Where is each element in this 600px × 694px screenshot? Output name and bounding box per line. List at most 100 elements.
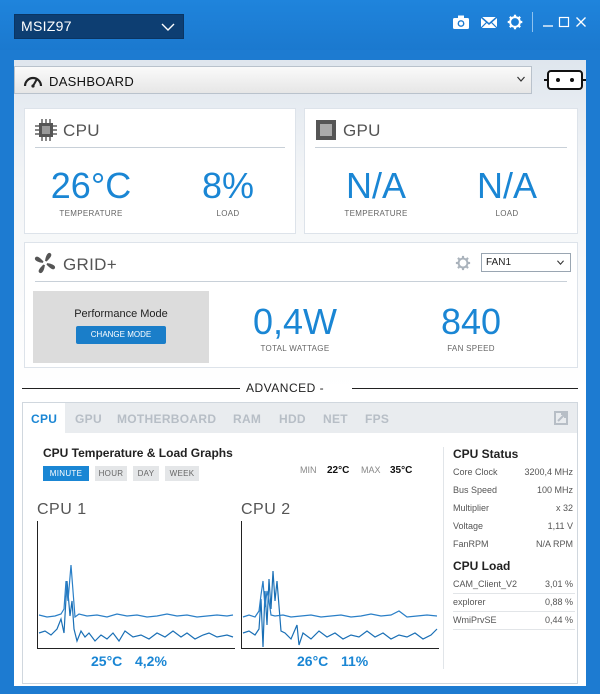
tab-bar: CPU GPU MOTHERBOARD RAM HDD NET FPS: [23, 403, 577, 433]
load-row: CAM_Client_V2 3,01 %: [453, 577, 575, 593]
panel-divider: [443, 447, 444, 669]
tab-ram[interactable]: RAM: [233, 403, 261, 433]
status-row-fanrpm: FanRPM N/A RPM: [453, 537, 573, 555]
tab-fps[interactable]: FPS: [365, 403, 389, 433]
device-icon[interactable]: [544, 68, 586, 92]
fan-speed-value: 840: [440, 301, 502, 342]
status-value: 100 MHz: [536, 485, 573, 495]
gpu-card: GPU N/A TEMPERATURE N/A LOAD: [304, 108, 578, 234]
minimize-icon[interactable]: [542, 16, 554, 28]
cpu1-graph-label: CPU 1: [37, 501, 87, 518]
status-key: FanRPM: [453, 539, 489, 549]
title-bar: MSIZ97: [0, 0, 600, 50]
divider: [453, 611, 575, 612]
mail-icon[interactable]: [480, 14, 498, 30]
gear-icon[interactable]: [455, 255, 471, 271]
grid-card-title: GRID+: [63, 255, 117, 274]
cpu1-graph: [37, 521, 235, 649]
cpu-chip-icon: [35, 119, 57, 141]
change-mode-button[interactable]: CHANGE MODE: [76, 326, 166, 344]
max-value: 35°C: [390, 465, 413, 476]
cpu-temperature-label: TEMPERATURE: [59, 209, 123, 218]
close-icon[interactable]: [575, 16, 587, 28]
tab-net[interactable]: NET: [323, 403, 348, 433]
gpu-load-value: N/A: [476, 165, 537, 206]
status-value: 1,11 V: [547, 521, 573, 531]
min-label: MIN: [300, 465, 317, 475]
performance-mode-panel: Performance Mode CHANGE MODE: [33, 291, 209, 363]
status-value: N/A RPM: [535, 539, 573, 549]
gpu-temperature-value: N/A: [345, 165, 406, 206]
total-wattage-value: 0,4W: [252, 301, 338, 342]
status-value: 3200,4 MHz: [524, 467, 573, 477]
advanced-divider-left: [22, 388, 240, 389]
cpu2-graph: [241, 521, 439, 649]
chevron-down-icon: [517, 76, 525, 82]
process-load: 0,88 %: [544, 597, 573, 607]
gpu-load-label: LOAD: [495, 209, 519, 218]
status-key: Voltage: [453, 521, 484, 531]
status-key: Multiplier: [453, 503, 490, 513]
maximize-icon[interactable]: [558, 16, 570, 28]
camera-icon[interactable]: [452, 14, 470, 30]
load-row: WmiPrvSE 0,44 %: [453, 613, 575, 629]
cpu-status-title: CPU Status: [453, 447, 519, 461]
profile-select-label: MSIZ97: [21, 18, 72, 34]
process-load: 3,01 %: [544, 579, 573, 589]
max-label: MAX: [361, 465, 381, 475]
tab-hdd[interactable]: HDD: [279, 403, 306, 433]
advanced-panel: CPU GPU MOTHERBOARD RAM HDD NET FPS CPU …: [22, 402, 578, 684]
performance-mode-label: Performance Mode: [74, 308, 168, 320]
dashboard-select[interactable]: DASHBOARD: [14, 66, 532, 94]
advanced-toggle[interactable]: ADVANCED -: [246, 381, 324, 395]
divider: [315, 147, 567, 148]
tab-motherboard[interactable]: MOTHERBOARD: [117, 403, 216, 433]
divider: [35, 147, 285, 148]
range-minute-button[interactable]: MINUTE: [43, 466, 89, 481]
status-row-multiplier: Multiplier x 32: [453, 501, 573, 519]
chevron-down-icon: [161, 23, 175, 31]
range-week-button[interactable]: WEEK: [165, 466, 199, 481]
cpu-load-label: LOAD: [216, 209, 240, 218]
load-row: explorer 0,88 %: [453, 595, 575, 611]
gpu-temperature-label: TEMPERATURE: [344, 209, 408, 218]
dashboard-label: DASHBOARD: [49, 74, 135, 89]
profile-select[interactable]: MSIZ97: [14, 14, 184, 39]
total-wattage-label: TOTAL WATTAGE: [260, 344, 330, 353]
gauge-icon: [23, 76, 43, 88]
cpu2-graph-label: CPU 2: [241, 501, 291, 518]
fan-icon: [34, 252, 56, 274]
range-day-button[interactable]: DAY: [133, 466, 159, 481]
fan-select[interactable]: FAN1: [481, 253, 571, 272]
cpu1-load-reading: 4,2%: [135, 653, 167, 669]
grid-card: GRID+ FAN1 Performance Mode CHANGE MODE …: [24, 242, 578, 368]
cpu2-load-reading: 11%: [341, 653, 369, 669]
status-row-voltage: Voltage 1,11 V: [453, 519, 573, 537]
tab-gpu[interactable]: GPU: [75, 403, 102, 433]
popout-icon[interactable]: [553, 410, 569, 426]
cpu2-temp-reading: 26°C: [297, 653, 329, 669]
gpu-card-title: GPU: [343, 121, 381, 140]
cpu-load-value: 8%: [201, 165, 255, 206]
cpu-card-title: CPU: [63, 121, 100, 140]
advanced-divider-right: [352, 388, 578, 389]
tab-cpu[interactable]: CPU: [23, 403, 66, 433]
cpu-temperature-value: 26°C: [50, 165, 132, 206]
status-key: Bus Speed: [453, 485, 498, 495]
process-load: 0,44 %: [544, 615, 573, 625]
divider: [453, 593, 575, 594]
range-hour-button[interactable]: HOUR: [95, 466, 127, 481]
status-key: Core Clock: [453, 467, 498, 477]
fan-speed-label: FAN SPEED: [447, 344, 495, 353]
cpu-card: CPU 26°C TEMPERATURE 8% LOAD: [24, 108, 296, 234]
fan-select-label: FAN1: [486, 257, 512, 268]
cpu-load-title: CPU Load: [453, 559, 511, 573]
status-value: x 32: [555, 503, 573, 513]
status-row-bus-speed: Bus Speed 100 MHz: [453, 483, 573, 501]
main-content: DASHBOARD CPU 26°C TEMPERATURE 8% LOAD G…: [14, 60, 586, 686]
chevron-down-icon: [557, 260, 564, 266]
gpu-icon: [316, 120, 336, 140]
divider: [453, 629, 575, 630]
cpu1-temp-reading: 25°C: [91, 653, 123, 669]
gear-icon[interactable]: [506, 14, 524, 30]
